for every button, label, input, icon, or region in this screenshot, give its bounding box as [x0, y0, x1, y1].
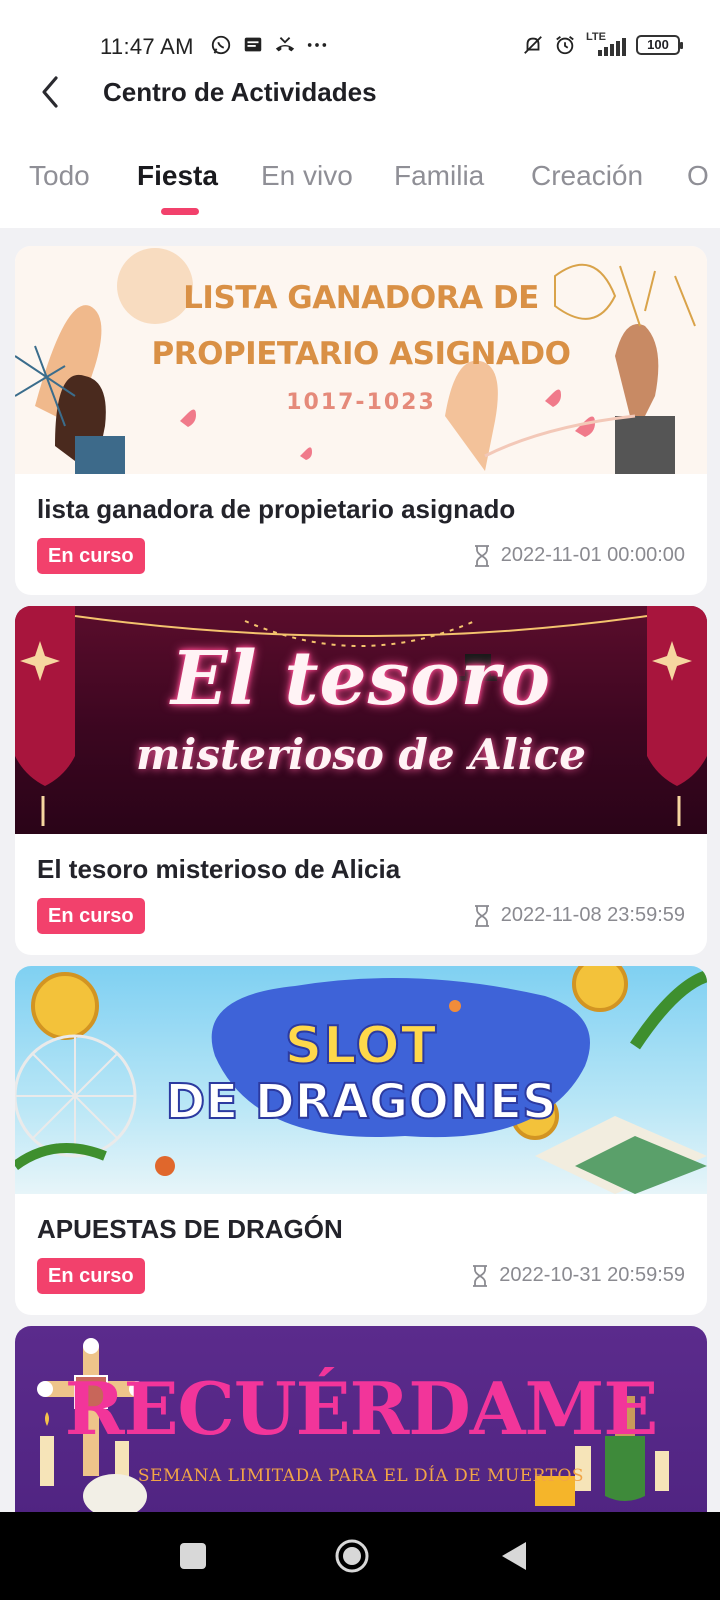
status-bar: 11:47 AM LTE 100	[0, 0, 720, 60]
banner-date-range: 1017-1023	[286, 390, 436, 415]
activity-deadline: 2022-10-31 20:59:59	[471, 1264, 685, 1287]
activity-deadline: 2022-11-08 23:59:59	[473, 904, 685, 927]
activity-card[interactable]: SLOT DE DRAGONES APUESTAS DE DRAGÓN En c…	[15, 966, 707, 1315]
banner-headline: LISTA GANADORA DE	[183, 280, 539, 316]
banner-headline: misterioso de Alice	[135, 730, 587, 779]
hourglass-icon	[473, 1264, 488, 1287]
activity-card[interactable]: LISTA GANADORA DE PROPIETARIO ASIGNADO 1…	[15, 246, 707, 595]
home-icon[interactable]	[334, 1538, 370, 1574]
tab-todo[interactable]: Todo	[29, 160, 90, 192]
banner-headline: PROPIETARIO ASIGNADO	[151, 336, 571, 372]
status-badge: En curso	[37, 898, 145, 934]
tab-otros[interactable]: O	[687, 160, 709, 192]
system-nav-bar	[0, 1512, 720, 1600]
tab-familia[interactable]: Familia	[394, 160, 484, 192]
missed-call-icon	[275, 37, 295, 52]
hourglass-icon	[474, 904, 489, 927]
activity-card[interactable]: El tesoro misterioso de Alice El tesoro …	[15, 606, 707, 955]
activity-date: 2022-11-01 00:00:00	[500, 544, 685, 566]
activity-banner[interactable]: El tesoro misterioso de Alice	[15, 606, 707, 834]
alarm-icon	[556, 36, 574, 55]
recent-apps-icon[interactable]	[175, 1538, 211, 1574]
back-icon[interactable]	[496, 1538, 532, 1574]
tab-creacion[interactable]: Creación	[531, 160, 643, 192]
activity-date: 2022-10-31 20:59:59	[499, 1264, 685, 1286]
status-badge: En curso	[37, 538, 145, 574]
banner-headline: SLOT	[284, 1015, 438, 1077]
chevron-left-icon[interactable]	[34, 72, 66, 112]
category-tabs: Todo Fiesta En vivo Familia Creación O	[0, 132, 720, 228]
activity-title: lista ganadora de propietario asignado	[37, 494, 516, 524]
banner-headline: El tesoro	[171, 636, 551, 722]
tab-en-vivo[interactable]: En vivo	[261, 160, 353, 192]
tab-fiesta[interactable]: Fiesta	[137, 160, 218, 192]
activity-banner[interactable]: LISTA GANADORA DE PROPIETARIO ASIGNADO 1…	[15, 246, 707, 474]
whatsapp-icon	[211, 35, 231, 55]
more-dots-icon	[307, 43, 327, 47]
banner-headline: RECUÉRDAME	[64, 1366, 658, 1451]
activity-deadline: 2022-11-01 00:00:00	[473, 544, 685, 567]
battery-icon: 100	[636, 35, 683, 55]
notification-icons	[210, 34, 328, 56]
app-header: Centro de Actividades	[0, 60, 720, 132]
banner-subtitle: SEMANA LIMITADA PARA EL DÍA DE MUERTOS	[137, 1466, 585, 1486]
message-icon	[244, 37, 262, 52]
lte-signal-icon: LTE	[586, 32, 626, 58]
system-icons: LTE 100	[522, 32, 683, 58]
silent-bell-icon	[524, 36, 542, 54]
status-badge: En curso	[37, 1258, 145, 1294]
activity-date: 2022-11-08 23:59:59	[500, 904, 685, 926]
activity-title: APUESTAS DE DRAGÓN	[37, 1214, 343, 1244]
page-title: Centro de Actividades	[103, 77, 377, 107]
status-time: 11:47 AM	[100, 34, 194, 59]
active-tab-indicator	[161, 208, 199, 215]
activity-banner[interactable]: SLOT DE DRAGONES	[15, 966, 707, 1194]
activity-title: El tesoro misterioso de Alicia	[37, 854, 401, 884]
banner-headline: DE DRAGONES	[164, 1073, 557, 1131]
hourglass-icon	[474, 544, 489, 567]
